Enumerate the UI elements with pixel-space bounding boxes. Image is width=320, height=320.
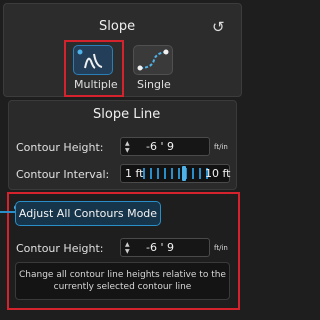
connector-line [0,211,15,213]
slider-ticks [143,168,213,179]
unit-label: ft/in [214,143,228,151]
contour-height-value[interactable]: -6 ' 9 [146,140,174,153]
slider-max-label: 10 ft [205,167,231,180]
mode-label-single[interactable]: Single [137,78,171,91]
panel-title: Slope [99,19,136,34]
section-title: Slope Line [93,107,161,122]
adjust-contour-height-label: Contour Height: [16,242,104,255]
spinner-icon[interactable]: ▲ ▼ [125,140,130,154]
unit-label: ft/in [214,244,228,252]
contour-height-label: Contour Height: [16,141,104,154]
tooltip: Change all contour line heights relative… [15,262,230,300]
slider-min-label: 1 ft [125,167,144,180]
reset-icon[interactable]: ↺ [212,18,225,36]
adjust-all-contours-button[interactable]: Adjust All Contours Mode [15,201,161,226]
single-slope-icon[interactable] [133,45,173,75]
mode-label-multiple[interactable]: Multiple [74,78,118,91]
multiple-slope-icon[interactable] [73,45,113,75]
contour-interval-label: Contour Interval: [16,168,110,181]
adjust-contour-height-value[interactable]: -6 ' 9 [146,241,174,254]
spinner-icon[interactable]: ▲ ▼ [125,241,130,255]
slider-thumb[interactable] [182,166,186,181]
